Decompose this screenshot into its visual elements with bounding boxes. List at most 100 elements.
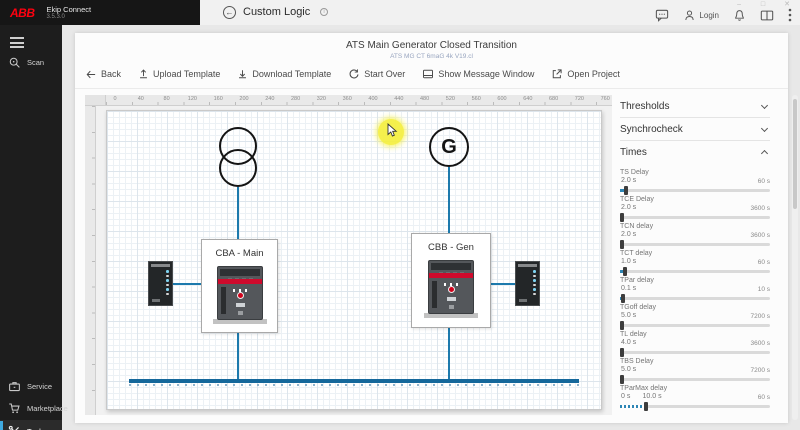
slider-row: TCN delay 2.0 s 3600 s (620, 222, 770, 249)
slider-label: TBS Delay (620, 357, 770, 366)
generator-symbol[interactable]: G (429, 127, 469, 167)
kebab-menu-icon[interactable] (788, 8, 792, 22)
slider-label: TCE Delay (620, 195, 770, 204)
toolbar: Back Upload Template Download Template (85, 65, 778, 83)
slider-handle[interactable] (624, 186, 628, 195)
slider-track[interactable] (620, 213, 770, 222)
product-name: Ekip Connect (47, 5, 92, 14)
login-label: Login (699, 11, 719, 20)
slider-track[interactable] (620, 321, 770, 330)
sidebar-item-label: Scan (27, 58, 44, 67)
section-thresholds[interactable]: Thresholds (620, 95, 770, 118)
slider-handle[interactable] (621, 294, 625, 303)
slider-row: TGoff delay 5.0 s 7200 s (620, 303, 770, 330)
service-icon (8, 380, 21, 393)
back-button[interactable]: Back (85, 69, 121, 80)
slider-handle[interactable] (644, 402, 648, 411)
relay-module-right[interactable] (515, 261, 540, 306)
diagram-canvas[interactable]: G CBA - Main CBB - Ge (106, 110, 602, 410)
mouse-cursor-icon (386, 123, 398, 138)
slider-label: TS Delay (620, 168, 770, 177)
slider-handle[interactable] (620, 348, 624, 357)
sidebar-item-scan[interactable]: Scan (0, 52, 62, 72)
ruler-tick: 680 (545, 96, 563, 102)
ruler-tick: 760 (596, 96, 612, 102)
open-project-button[interactable]: Open Project (551, 68, 620, 80)
tools-icon (8, 425, 21, 430)
slider-track[interactable] (620, 186, 770, 195)
slider-max-label: 3600 s (750, 205, 770, 212)
slider-handle[interactable] (620, 321, 624, 330)
slider-handle[interactable] (623, 267, 627, 276)
slider-value: 5.0 s (621, 366, 636, 373)
restart-icon (348, 68, 360, 80)
slider-max-label: 60 s (758, 178, 770, 185)
scan-icon (8, 56, 21, 69)
busbar-dashes (129, 384, 579, 386)
show-message-window-button[interactable]: Show Message Window (422, 68, 534, 80)
busbar[interactable] (129, 379, 579, 383)
ruler-tick: 80 (158, 96, 176, 102)
ruler-tick: 520 (441, 96, 459, 102)
panel-scrollbar[interactable] (792, 95, 798, 420)
circuit-breaker-image (428, 260, 474, 318)
notifications-icon[interactable] (733, 9, 746, 22)
scrollbar-thumb[interactable] (793, 99, 797, 209)
book-icon[interactable] (760, 9, 774, 22)
ruler-tick: 0 (106, 96, 124, 102)
transformer-circle-bottom (219, 149, 257, 187)
relay-module-left[interactable] (148, 261, 173, 306)
device-box-cba-main[interactable]: CBA - Main (201, 239, 278, 333)
slider-min-label: 0 s (621, 393, 630, 400)
sliders-list: TS Delay 2.0 s 60 s TCE Delay 2.0 s 3600… (620, 168, 770, 411)
slider-handle[interactable] (620, 240, 624, 249)
chevron-up-icon (761, 150, 768, 157)
slider-max-label: 60 s (758, 259, 770, 266)
sidebar-item-tools[interactable]: Tools (0, 420, 62, 430)
download-template-button[interactable]: Download Template (237, 68, 331, 80)
slider-label: TGoff delay (620, 303, 770, 312)
ruler-tick: 360 (338, 96, 356, 102)
slider-track[interactable] (620, 375, 770, 384)
circuit-breaker-image (217, 266, 263, 324)
download-icon (237, 68, 248, 80)
device-box-cbb-gen[interactable]: CBB - Gen (411, 233, 491, 328)
slider-track[interactable] (620, 348, 770, 357)
app-window: ABB Ekip Connect 3.5.3.0 ← Custom Logic … (0, 0, 800, 430)
slider-track[interactable] (620, 294, 770, 303)
slider-track[interactable] (620, 402, 770, 411)
brand-block: ABB Ekip Connect 3.5.3.0 (0, 0, 200, 25)
settings-panel: Thresholds Synchrocheck Times TS Delay 2… (620, 95, 770, 411)
hamburger-menu-icon[interactable] (10, 37, 24, 48)
chat-icon[interactable] (655, 9, 669, 22)
slider-value: 0.1 s (621, 285, 636, 292)
wire-cbb-to-bus (448, 328, 450, 379)
slider-handle[interactable] (620, 213, 624, 222)
wire-generator-to-cbb (448, 167, 450, 233)
slider-row: TCT delay 1.0 s 60 s (620, 249, 770, 276)
ruler-tick: 160 (209, 96, 227, 102)
sidebar-item-marketplace[interactable]: Marketplace (0, 398, 62, 418)
upload-icon (138, 68, 149, 80)
slider-track[interactable] (620, 267, 770, 276)
upload-template-button[interactable]: Upload Template (138, 68, 220, 80)
slider-max-label: 60 s (758, 394, 770, 401)
section-synchrocheck[interactable]: Synchrocheck (620, 118, 770, 141)
start-over-button[interactable]: Start Over (348, 68, 405, 80)
wire-cbb-to-module (491, 283, 515, 285)
sidebar-item-service[interactable]: Service (0, 376, 62, 396)
info-icon[interactable]: i (320, 8, 328, 16)
slider-track[interactable] (620, 240, 770, 249)
ruler-tick: 600 (493, 96, 511, 102)
slider-max-label: 7200 s (750, 367, 770, 374)
slider-handle[interactable] (620, 375, 624, 384)
slider-row: TBS Delay 5.0 s 7200 s (620, 357, 770, 384)
login-button[interactable]: Login (683, 9, 719, 22)
section-times[interactable]: Times (620, 141, 770, 164)
slider-value: 2.0 s (621, 204, 636, 211)
main-card: ATS Main Generator Closed Transition ATS… (75, 33, 788, 423)
abb-logo: ABB (10, 6, 35, 20)
back-icon[interactable]: ← (223, 6, 236, 19)
back-arrow-icon (85, 69, 97, 80)
marketplace-icon (8, 402, 21, 415)
